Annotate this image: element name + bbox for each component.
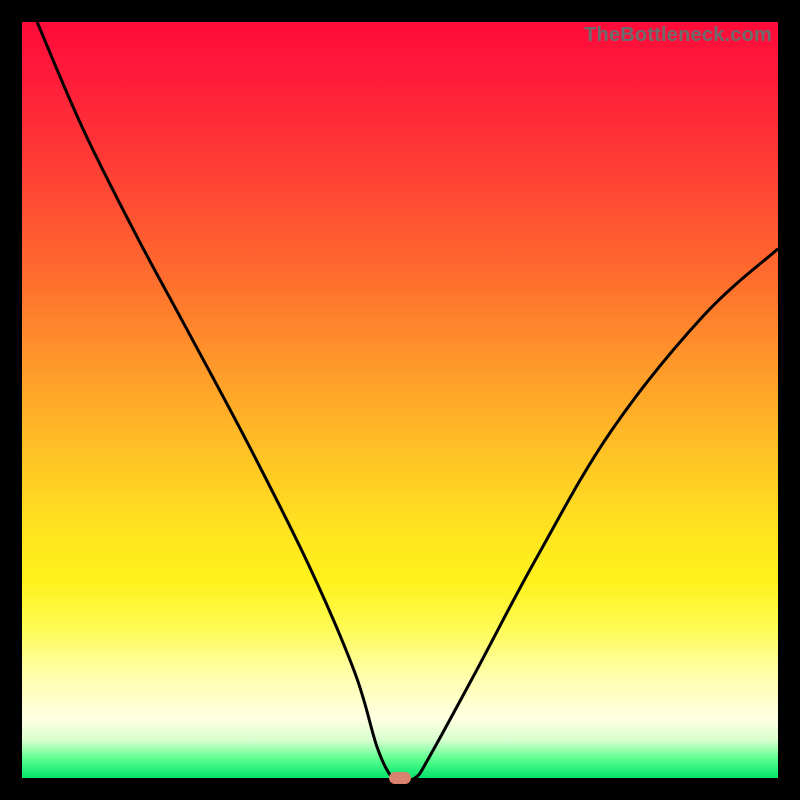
bottleneck-curve (22, 22, 778, 778)
chart-frame: TheBottleneck.com (22, 22, 778, 778)
watermark-text: TheBottleneck.com (584, 24, 772, 47)
curve-path (37, 22, 778, 780)
minimum-marker (389, 772, 411, 784)
